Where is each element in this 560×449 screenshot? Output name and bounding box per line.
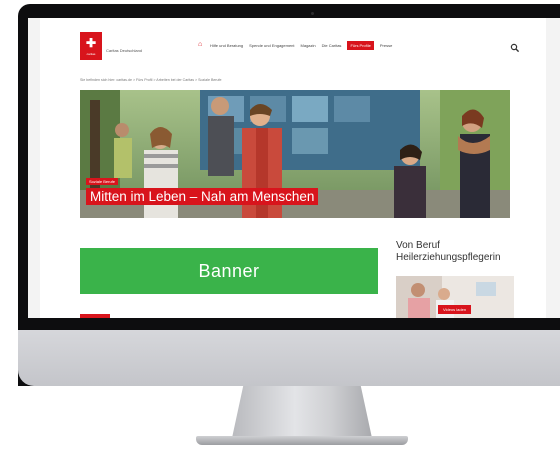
search-icon[interactable] xyxy=(510,40,520,53)
monitor-screen: ✚ caritas Caritas Deutschland ⌂ Hilfe un… xyxy=(28,18,560,318)
nav-item-die-caritas[interactable]: Die Caritas xyxy=(322,43,342,48)
nav-item-spende[interactable]: Spende und Engagement xyxy=(249,43,294,48)
website: ✚ caritas Caritas Deutschland ⌂ Hilfe un… xyxy=(40,18,546,318)
nav-item-magazin[interactable]: Magazin xyxy=(301,43,316,48)
caritas-logo[interactable]: ✚ caritas xyxy=(80,32,102,60)
aside-title[interactable]: Von Beruf Heilerziehungspflegerin xyxy=(396,240,536,264)
aside-video-thumbnail[interactable]: Videos laden xyxy=(396,276,514,318)
org-name: Caritas Deutschland xyxy=(106,48,143,53)
nav-item-fuers-profil[interactable]: Fürs Profile xyxy=(347,40,374,50)
red-accent-strip xyxy=(80,314,110,318)
monitor-stand xyxy=(232,386,372,438)
hero-image: Soziale Berufe Mitten im Leben – Nah am … xyxy=(80,90,510,218)
breadcrumb: Sie befinden sich hier: caritas.de > Für… xyxy=(80,78,222,82)
hero-headline: Mitten im Leben – Nah am Menschen xyxy=(86,188,319,205)
nav-item-hilfe[interactable]: Hilfe und Beratung xyxy=(210,43,243,48)
hero-kicker: Soziale Berufe xyxy=(86,178,119,185)
monitor-chin xyxy=(18,330,560,386)
caritas-flame-cross-icon: ✚ xyxy=(85,36,97,50)
monitor-stand-base xyxy=(196,436,408,445)
main-nav: ⌂ Hilfe und Beratung Spende und Engageme… xyxy=(198,40,392,50)
house-icon[interactable]: ⌂ xyxy=(198,41,204,48)
logo-text: caritas xyxy=(86,52,96,56)
camera-dot xyxy=(311,12,314,15)
banner[interactable]: Banner xyxy=(80,248,378,294)
load-videos-button[interactable]: Videos laden xyxy=(438,305,472,314)
nav-item-presse[interactable]: Presse xyxy=(380,43,392,48)
